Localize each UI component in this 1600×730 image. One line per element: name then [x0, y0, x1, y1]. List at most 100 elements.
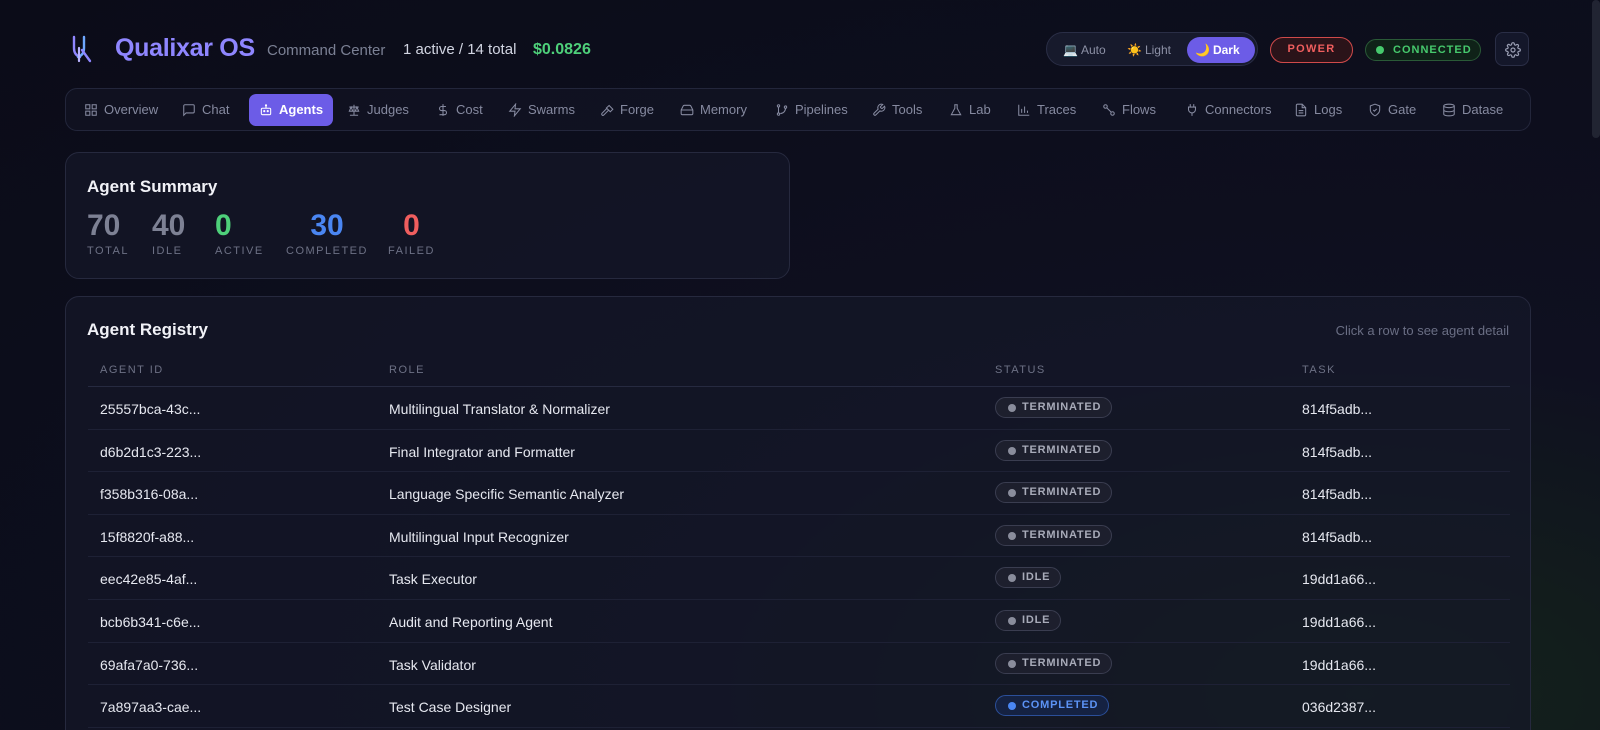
stat-idle-label: IDLE — [152, 245, 183, 257]
tab-gate[interactable]: Gate — [1358, 94, 1426, 126]
role-cell: Final Integrator and Formatter — [389, 443, 575, 460]
role-cell: Test Case Designer — [389, 699, 512, 716]
status-dot-icon — [1008, 404, 1016, 412]
table-row[interactable]: 69afa7a0-736... Task Validator TERMINATED 1… — [88, 643, 1510, 686]
connection-status-label: CONNECTED — [1393, 44, 1472, 56]
app-header: Qualixar OS Command Center 1 active / 14… — [0, 0, 1600, 90]
tab-flows[interactable]: Flows — [1092, 94, 1166, 126]
tab-pipelines-label: Pipelines — [795, 102, 848, 117]
laptop-icon: 💻 — [1063, 43, 1078, 57]
tab-connectors-label: Connectors — [1205, 102, 1272, 117]
role-cell: Multilingual Translator & Normalizer — [389, 401, 610, 417]
table-row[interactable]: 25557bca-43c... Multilingual Translator &… — [88, 387, 1510, 430]
column-header-agent-id[interactable]: AGENT ID — [100, 364, 164, 376]
tab-agents[interactable]: Agents — [249, 94, 334, 126]
table-row[interactable]: d6b2d1c3-223... Final Integrator and Form… — [88, 430, 1510, 473]
role-cell: Task Validator — [389, 656, 476, 673]
theme-auto-button[interactable]: 💻 Auto — [1055, 37, 1114, 63]
column-header-status[interactable]: STATUS — [995, 364, 1046, 376]
grid-icon — [85, 104, 97, 116]
tab-forge[interactable]: Forge — [590, 94, 664, 126]
theme-light-button[interactable]: ☀️ Light — [1119, 37, 1179, 63]
status-badge: IDLE — [995, 609, 1062, 631]
tab-forge-label: Forge — [620, 102, 654, 117]
tab-memory-label: Memory — [700, 102, 747, 117]
column-header-task[interactable]: TASK — [1302, 364, 1336, 376]
theme-dark-button[interactable]: 🌙 Dark — [1187, 37, 1255, 63]
tab-cost-label: Cost — [456, 102, 483, 117]
tab-logs[interactable]: Logs — [1284, 94, 1352, 126]
tab-traces[interactable]: Traces — [1007, 94, 1086, 126]
tab-swarms[interactable]: Swarms — [498, 94, 585, 126]
tab-logs-label: Logs — [1314, 102, 1343, 117]
bolt-icon — [508, 102, 522, 118]
table-body: 25557bca-43c... Multilingual Translator &… — [88, 387, 1510, 728]
task-cell: 19dd1a66... — [1302, 656, 1376, 673]
theme-switcher: 💻 Auto ☀️ Light 🌙 Dark — [1046, 32, 1258, 66]
settings-button[interactable] — [1495, 32, 1529, 66]
status-label: TERMINATED — [1022, 443, 1102, 456]
tab-cost[interactable]: Cost — [426, 94, 493, 126]
tab-judges-label: Judges — [367, 102, 409, 117]
task-cell: 814f5adb... — [1302, 486, 1373, 503]
status-badge: TERMINATED — [995, 482, 1113, 504]
main-nav: Overview Chat Agents Judges Cost Swarms … — [65, 88, 1531, 131]
tab-lab-label: Lab — [969, 102, 991, 117]
stat-total: 70 TOTAL — [87, 209, 129, 257]
status-label: IDLE — [1022, 613, 1051, 626]
status-label: TERMINATED — [1022, 401, 1102, 413]
nodes-icon — [1103, 104, 1115, 116]
tab-lab[interactable]: Lab — [939, 94, 1001, 126]
status-label: COMPLETED — [1022, 699, 1099, 712]
gear-icon — [1505, 42, 1521, 58]
stat-failed-label: FAILED — [388, 245, 435, 257]
agent-id-cell: 7a897aa3-cae... — [100, 699, 202, 716]
tab-datasets[interactable]: Datase — [1432, 94, 1513, 126]
column-header-role[interactable]: ROLE — [389, 364, 425, 376]
tab-flows-label: Flows — [1122, 102, 1156, 117]
table-row[interactable]: bcb6b341-c6e... Audit and Reporting Agent… — [88, 600, 1510, 643]
agent-registry-table: AGENT ID ROLE STATUS TASK 25557bca-43c..… — [88, 355, 1510, 728]
task-cell: 814f5adb... — [1302, 401, 1373, 417]
task-cell: 814f5adb... — [1302, 528, 1373, 545]
agent-id-cell: 69afa7a0-736... — [100, 656, 199, 673]
agent-id-cell: 15f8820f-a88... — [100, 528, 195, 545]
stat-active-value: 0 — [215, 209, 232, 242]
power-button[interactable]: POWER — [1270, 37, 1353, 63]
status-dot-icon — [1008, 702, 1016, 711]
sun-icon: ☀️ — [1127, 43, 1142, 57]
wrench-icon — [873, 103, 886, 116]
stat-completed-label: COMPLETED — [286, 245, 368, 257]
role-cell: Audit and Reporting Agent — [389, 613, 553, 630]
tab-tools[interactable]: Tools — [862, 94, 932, 126]
tab-judges[interactable]: Judges — [337, 94, 419, 126]
page-scrollbar[interactable] — [1592, 0, 1600, 138]
tab-pipelines[interactable]: Pipelines — [765, 94, 858, 126]
status-label: TERMINATED — [1022, 656, 1102, 669]
table-row[interactable]: eec42e85-4af... Task Executor IDLE 19dd1a66… — [88, 557, 1510, 600]
role-cell: Task Executor — [389, 571, 477, 588]
tab-memory[interactable]: Memory — [670, 94, 757, 126]
table-row[interactable]: f358b316-08a... Language Specific Semanti… — [88, 472, 1510, 515]
tab-chat[interactable]: Chat — [172, 94, 239, 126]
tab-chat-label: Chat — [202, 102, 230, 117]
bar-chart-icon — [1018, 104, 1030, 116]
table-row[interactable]: 15f8820f-a88... Multilingual Input Recogn… — [88, 515, 1510, 558]
connection-status-badge: CONNECTED — [1365, 39, 1481, 61]
agent-summary-title: Agent Summary — [87, 177, 218, 196]
table-row[interactable]: 7a897aa3-cae... Test Case Designer COMPLET… — [88, 685, 1510, 728]
agent-registry-panel: Agent Registry Click a row to see agent … — [65, 296, 1531, 730]
tab-connectors[interactable]: Connectors — [1175, 94, 1281, 126]
logo-icon — [72, 35, 92, 63]
total-cost: $0.0826 — [533, 41, 591, 58]
agent-summary-panel: Agent Summary 70 TOTAL 40 IDLE 0 ACTIVE … — [65, 152, 790, 279]
tab-traces-label: Traces — [1037, 102, 1077, 117]
brand-title: Qualixar OS — [115, 34, 255, 62]
chat-icon — [183, 104, 195, 117]
task-cell: 19dd1a66... — [1302, 613, 1376, 630]
status-dot-icon — [1008, 531, 1016, 540]
tab-gate-label: Gate — [1388, 102, 1417, 117]
tab-overview[interactable]: Overview — [74, 94, 168, 126]
status-badge: COMPLETED — [995, 695, 1110, 717]
status-dot-icon — [1008, 446, 1016, 455]
